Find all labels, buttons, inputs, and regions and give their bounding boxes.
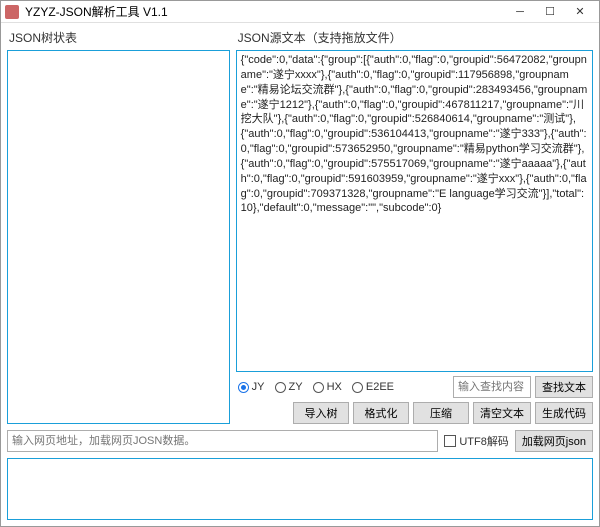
minimize-button[interactable]: ─: [505, 2, 535, 22]
radio-zy-label: ZY: [289, 381, 303, 393]
right-column: JSON源文本（支持拖放文件） {"code":0,"data":{"group…: [236, 27, 593, 424]
left-column: JSON树状表: [7, 27, 230, 424]
utf8-decode-checkbox[interactable]: UTF8解码: [444, 433, 509, 449]
source-label: JSON源文本（支持拖放文件）: [236, 27, 593, 50]
load-web-json-button[interactable]: 加载网页json: [515, 430, 593, 452]
window-title: YZYZ-JSON解析工具 V1.1: [25, 3, 505, 20]
maximize-button[interactable]: ☐: [535, 2, 565, 22]
row-search: JY ZY HX E2: [236, 376, 593, 398]
radio-e2ee[interactable]: E2EE: [352, 381, 394, 393]
json-source-textarea[interactable]: {"code":0,"data":{"group":[{"auth":0,"fl…: [236, 50, 593, 372]
radio-jy-label: JY: [252, 381, 265, 393]
json-source-text: {"code":0,"data":{"group":[{"auth":0,"fl…: [241, 53, 588, 216]
app-window: YZYZ-JSON解析工具 V1.1 ─ ☐ ✕ JSON树状表 JSON源文本…: [0, 0, 600, 527]
radio-zy[interactable]: ZY: [275, 381, 303, 393]
clear-text-button[interactable]: 清空文本: [473, 402, 531, 424]
radio-e2ee-label: E2EE: [366, 381, 394, 393]
import-tree-button[interactable]: 导入树: [293, 402, 349, 424]
radio-hx-label: HX: [327, 381, 342, 393]
radio-hx[interactable]: HX: [313, 381, 342, 393]
checkbox-icon: [444, 435, 456, 447]
app-icon: [5, 5, 19, 19]
search-input[interactable]: [453, 376, 531, 398]
radio-dot-icon: [352, 382, 363, 393]
engine-radio-group: JY ZY HX E2: [236, 381, 449, 393]
format-button[interactable]: 格式化: [353, 402, 409, 424]
content-area: JSON树状表 JSON源文本（支持拖放文件） {"code":0,"data"…: [1, 23, 599, 526]
row-url: UTF8解码 加载网页json: [7, 430, 593, 452]
row-actions: 导入树 格式化 压缩 清空文本 生成代码: [236, 402, 593, 424]
json-tree-view[interactable]: [7, 50, 230, 424]
url-input[interactable]: [7, 430, 438, 452]
gen-code-button[interactable]: 生成代码: [535, 402, 593, 424]
radio-dot-icon: [238, 382, 249, 393]
radio-jy[interactable]: JY: [238, 381, 265, 393]
controls: JY ZY HX E2: [236, 376, 593, 424]
find-text-button[interactable]: 查找文本: [535, 376, 593, 398]
radio-dot-icon: [313, 382, 324, 393]
titlebar: YZYZ-JSON解析工具 V1.1 ─ ☐ ✕: [1, 1, 599, 23]
upper-panels: JSON树状表 JSON源文本（支持拖放文件） {"code":0,"data"…: [7, 27, 593, 424]
close-button[interactable]: ✕: [565, 2, 595, 22]
tree-label: JSON树状表: [7, 27, 230, 50]
radio-dot-icon: [275, 382, 286, 393]
utf8-decode-label: UTF8解码: [459, 433, 509, 449]
compress-button[interactable]: 压缩: [413, 402, 469, 424]
output-textarea[interactable]: [7, 458, 593, 520]
